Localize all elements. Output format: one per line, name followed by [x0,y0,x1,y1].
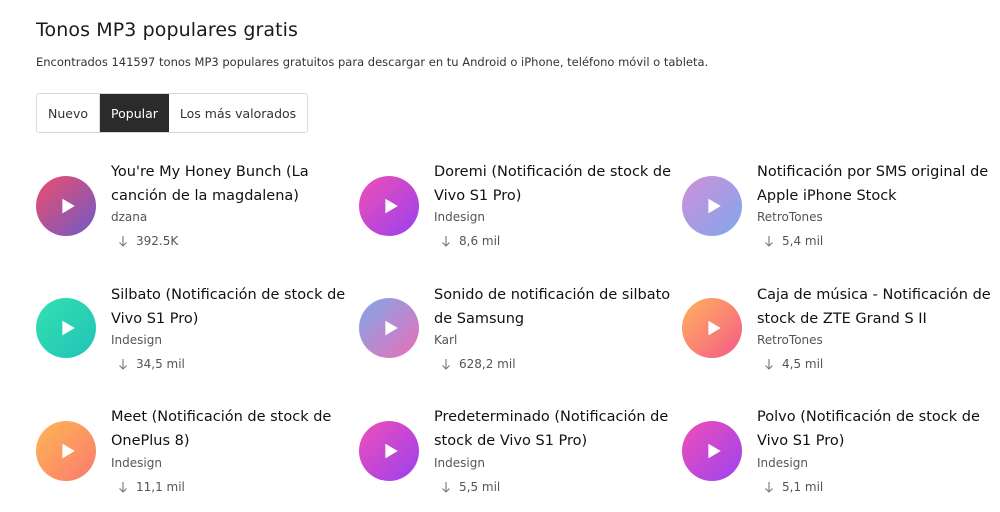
play-button[interactable] [36,298,96,358]
ringtone-card: Meet (Notificación de stock de OnePlus 8… [36,405,356,512]
ringtone-author: Indesign [111,333,162,347]
ringtone-author: dzana [111,210,148,224]
ringtone-card: Doremi (Notificación de stock de Vivo S1… [359,160,679,270]
play-button[interactable] [36,421,96,481]
play-button[interactable] [359,298,419,358]
download-arrow-icon [119,482,127,493]
download-count-value: 34,5 mil [136,357,185,371]
ringtone-card: Notificación por SMS original de Apple i… [682,160,1000,270]
ringtone-card: Silbato (Notificación de stock de Vivo S… [36,283,356,393]
ringtone-card: Sonido de notificación de silbato de Sam… [359,283,679,393]
download-count: 392.5K [118,234,178,248]
download-count-value: 5,5 mil [459,480,501,494]
download-count-value: 5,1 mil [782,480,824,494]
play-icon [61,320,75,336]
ringtone-author: Indesign [111,456,162,470]
download-count: 5,5 mil [441,480,500,494]
download-arrow-icon [119,236,127,247]
ringtone-author: Karl [434,333,458,347]
download-arrow-icon [765,236,773,247]
play-icon [707,443,721,459]
download-arrow-icon [442,359,450,370]
play-icon [707,320,721,336]
sort-tabs: Nuevo Popular Los más valorados [36,93,309,133]
play-icon [384,198,398,214]
ringtone-title-link[interactable]: Polvo (Notificación de stock de Vivo S1 … [757,405,1000,453]
ringtone-author: RetroTones [757,333,823,347]
ringtone-card: Polvo (Notificación de stock de Vivo S1 … [682,405,1000,512]
download-count-value: 11,1 mil [136,480,185,494]
play-button[interactable] [682,421,742,481]
play-button[interactable] [682,176,742,236]
play-button[interactable] [682,298,742,358]
ringtone-title-link[interactable]: You're My Honey Bunch (La canción de la … [111,160,356,208]
ringtone-title-link[interactable]: Doremi (Notificación de stock de Vivo S1… [434,160,679,208]
ringtone-card: Caja de música - Notificación de stock d… [682,283,1000,393]
play-icon [707,198,721,214]
download-count-value: 8,6 mil [459,234,501,248]
download-arrow-icon [119,359,127,370]
play-icon [384,443,398,459]
ringtone-author: Indesign [434,210,485,224]
play-icon [61,198,75,214]
ringtone-title-link[interactable]: Caja de música - Notificación de stock d… [757,283,1000,331]
ringtone-title-link[interactable]: Notificación por SMS original de Apple i… [757,160,1000,208]
ringtone-title-link[interactable]: Sonido de notificación de silbato de Sam… [434,283,679,331]
play-icon [61,443,75,459]
download-count: 4,5 mil [764,357,823,371]
download-count: 11,1 mil [118,480,185,494]
download-count-value: 5,4 mil [782,234,824,248]
download-arrow-icon [442,236,450,247]
play-icon [384,320,398,336]
download-arrow-icon [442,482,450,493]
download-count-value: 4,5 mil [782,357,824,371]
page-title: Tonos MP3 populares gratis [36,19,299,41]
download-count: 5,1 mil [764,480,823,494]
ringtone-card: You're My Honey Bunch (La canción de la … [36,160,356,270]
ringtone-title-link[interactable]: Meet (Notificación de stock de OnePlus 8… [111,405,356,453]
ringtone-author: Indesign [434,456,485,470]
results-summary: Encontrados 141597 tonos MP3 populares g… [36,55,709,69]
play-button[interactable] [36,176,96,236]
play-button[interactable] [359,176,419,236]
tab-popular[interactable]: Popular [99,94,169,132]
ringtone-card: Predeterminado (Notificación de stock de… [359,405,679,512]
download-count: 34,5 mil [118,357,185,371]
download-count-value: 392.5K [136,234,179,248]
ringtone-title-link[interactable]: Silbato (Notificación de stock de Vivo S… [111,283,356,331]
download-count: 628,2 mil [441,357,516,371]
download-arrow-icon [765,359,773,370]
ringtone-author: RetroTones [757,210,823,224]
ringtone-title-link[interactable]: Predeterminado (Notificación de stock de… [434,405,679,453]
download-count: 8,6 mil [441,234,500,248]
download-count-value: 628,2 mil [459,357,516,371]
play-button[interactable] [359,421,419,481]
tab-nuevo[interactable]: Nuevo [37,94,100,132]
download-arrow-icon [765,482,773,493]
ringtone-author: Indesign [757,456,808,470]
download-count: 5,4 mil [764,234,823,248]
tab-mas-valorados[interactable]: Los más valorados [168,94,308,132]
